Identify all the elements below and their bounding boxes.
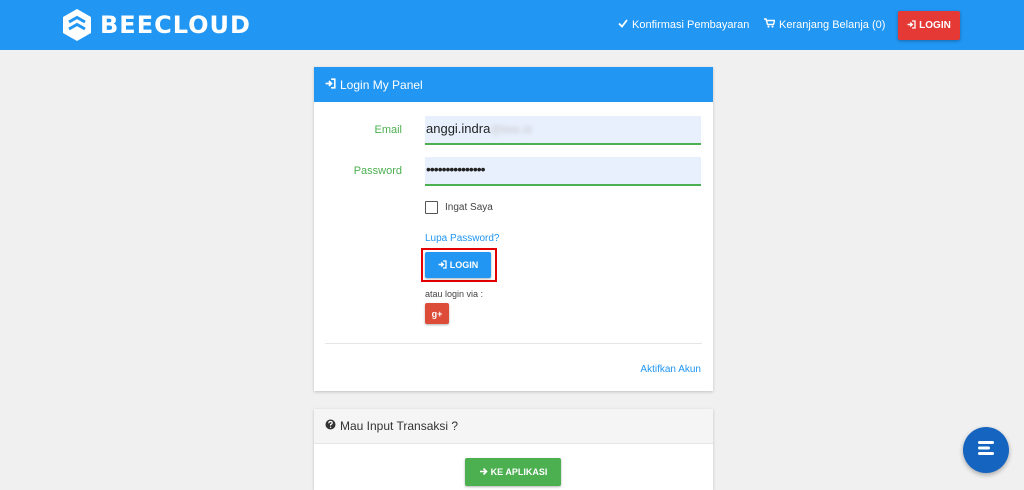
nav-confirm-payment[interactable]: Konfirmasi Pembayaran — [618, 18, 749, 31]
chat-widget-button[interactable] — [963, 427, 1009, 473]
transaction-panel-header: Mau Input Transaksi ? — [314, 409, 713, 444]
email-value: anggi.indra — [426, 121, 491, 136]
sign-in-icon — [325, 77, 336, 92]
password-value: ••••••••••••••• — [426, 161, 486, 177]
login-panel-title: Login My Panel — [340, 77, 423, 92]
login-panel-header: Login My Panel — [314, 67, 713, 102]
sign-in-icon — [907, 19, 916, 32]
alt-login-text: atau login via : — [425, 289, 484, 299]
login-button-label: LOGIN — [449, 260, 479, 270]
password-field[interactable]: ••••••••••••••• — [425, 157, 701, 186]
remember-me-checkbox[interactable] — [425, 201, 438, 214]
forgot-password-link[interactable]: Lupa Password? — [425, 233, 500, 244]
google-plus-login-button[interactable]: g+ — [425, 303, 449, 324]
beecloud-logo-icon — [62, 8, 92, 42]
remember-me-label[interactable]: Ingat Saya — [445, 202, 493, 213]
brand-name: BEECLOUD — [100, 11, 251, 39]
chat-icon — [975, 437, 997, 464]
transaction-panel: Mau Input Transaksi ? KE APLIKASI — [314, 409, 713, 490]
question-circle-icon — [325, 419, 336, 433]
nav-cart-label: Keranjang Belanja (0) — [779, 18, 886, 31]
email-obscured-domain: @bee.id — [490, 124, 532, 136]
divider — [325, 343, 702, 344]
check-icon — [618, 18, 628, 31]
go-to-app-button[interactable]: KE APLIKASI — [465, 458, 561, 486]
nav-login-label: LOGIN — [919, 20, 951, 31]
sign-in-icon — [438, 259, 447, 271]
login-panel: Login My Panel Email anggi.indra@bee.id … — [314, 67, 713, 391]
transaction-panel-title: Mau Input Transaksi ? — [340, 419, 459, 433]
activate-account-link[interactable]: Aktifkan Akun — [640, 364, 701, 375]
top-navbar: BEECLOUD Konfirmasi Pembayaran Keranjang… — [0, 0, 1024, 50]
nav-login-button[interactable]: LOGIN — [898, 11, 960, 40]
nav-confirm-payment-label: Konfirmasi Pembayaran — [632, 18, 750, 31]
cart-icon — [764, 18, 776, 31]
google-plus-icon: g+ — [431, 308, 443, 319]
arrow-right-icon — [479, 467, 488, 478]
email-field[interactable]: anggi.indra@bee.id — [425, 116, 701, 145]
go-to-app-label: KE APLIKASI — [490, 467, 548, 477]
brand-logo[interactable]: BEECLOUD — [62, 8, 251, 42]
password-label: Password — [353, 165, 402, 177]
nav-cart[interactable]: Keranjang Belanja (0) — [764, 18, 885, 31]
login-button[interactable]: LOGIN — [425, 252, 491, 278]
email-label: Email — [374, 124, 402, 136]
